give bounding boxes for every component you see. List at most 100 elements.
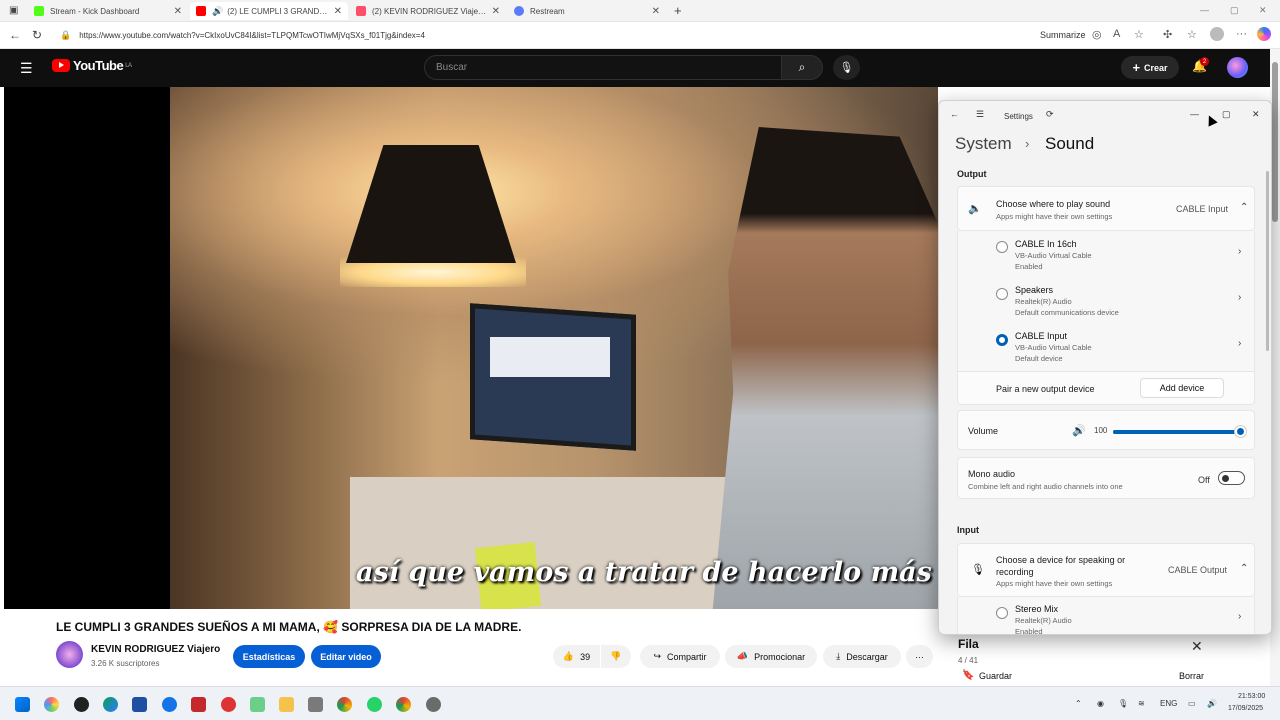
output-choose-title: Choose where to play sound (996, 199, 1111, 209)
wifi-icon[interactable]: ≋ (1138, 699, 1145, 708)
chevron-right-icon[interactable]: › (1238, 338, 1241, 349)
search-input[interactable]: Buscar (424, 55, 782, 80)
input-device-stereo-mix[interactable]: Stereo Mix Realtek(R) Audio Enabled › (958, 597, 1256, 634)
volume-speaker-icon[interactable]: 🔊 (1072, 424, 1086, 437)
more-actions-button[interactable]: ··· (906, 645, 933, 668)
chevron-up-icon[interactable]: ⌃ (1240, 202, 1248, 213)
copilot-sidebar-icon[interactable] (1257, 27, 1271, 41)
profile-icon[interactable] (1210, 27, 1224, 41)
input-device-chooser[interactable]: 🎙 Choose a device for speaking or record… (957, 543, 1255, 597)
output-device-chooser[interactable]: 🔈 Choose where to play sound Apps might … (957, 186, 1255, 231)
close-tab-icon[interactable]: ✕ (492, 6, 500, 17)
hamburger-menu-icon[interactable]: ☰ (976, 109, 984, 120)
maximize-window-icon[interactable]: ▢ (1230, 5, 1239, 16)
copilot-icon[interactable]: ◎ (1092, 28, 1102, 41)
minimize-window-icon[interactable]: — (1190, 109, 1199, 119)
clear-queue-button[interactable]: Borrar (1179, 671, 1204, 681)
close-tab-icon[interactable]: ✕ (174, 6, 182, 17)
save-queue-button[interactable]: Guardar (979, 671, 1012, 681)
output-device-cable-in-16ch[interactable]: CABLE In 16ch VB-Audio Virtual Cable Ena… (958, 231, 1256, 277)
store-app-icon[interactable] (132, 697, 147, 712)
tab-youtube-video[interactable]: 🔊 (2) LE CUMPLI 3 GRANDES S ✕ (190, 2, 348, 20)
speaker-playing-icon[interactable]: 🔊 (212, 6, 223, 17)
refresh-icon[interactable]: ↻ (32, 28, 42, 42)
app-icon[interactable] (308, 697, 323, 712)
more-options-icon[interactable]: ··· (1236, 28, 1247, 40)
minimize-window-icon[interactable]: — (1200, 5, 1209, 15)
breadcrumb-system[interactable]: System (955, 134, 1012, 154)
radio-button[interactable] (996, 241, 1008, 253)
app-icon[interactable] (191, 697, 206, 712)
url-field[interactable]: 🔒 https://www.youtube.com/watch?v=CkIxoU… (52, 25, 1158, 46)
chevron-up-icon[interactable]: ⌃ (1075, 699, 1082, 708)
channel-name[interactable]: KEVIN RODRIGUEZ Viajero (91, 644, 220, 655)
youtube-logo[interactable]: YouTube LA (52, 58, 132, 73)
read-aloud-icon[interactable]: A (1113, 28, 1120, 40)
download-button[interactable]: ⤓ Descargar (823, 645, 901, 668)
like-button[interactable]: 👍 39 (553, 645, 600, 668)
file-explorer-icon[interactable] (279, 697, 294, 712)
volume-icon[interactable]: 🔊 (1207, 699, 1217, 708)
search-button[interactable]: ⌕ (781, 55, 823, 80)
tray-app-icon[interactable]: ◉ (1097, 699, 1104, 708)
copilot-app-icon[interactable] (44, 697, 59, 712)
back-arrow-icon[interactable]: ← (9, 28, 21, 42)
settings-scrollbar[interactable] (1266, 171, 1269, 351)
output-device-speakers[interactable]: Speakers Realtek(R) Audio Default commun… (958, 278, 1256, 324)
clock-date[interactable]: 17/09/2025 (1228, 705, 1263, 712)
edge-browser-icon[interactable] (103, 697, 118, 712)
create-button[interactable]: + Crear (1121, 56, 1179, 79)
favorite-star-icon[interactable]: ☆ (1134, 28, 1144, 41)
tab-channel[interactable]: (2) KEVIN RODRIGUEZ Viajero - Yo ✕ (350, 2, 506, 20)
app-icon[interactable] (250, 697, 265, 712)
back-arrow-icon[interactable]: ← (950, 109, 959, 119)
dislike-button[interactable]: 👎 (601, 645, 631, 668)
app-icon[interactable] (162, 697, 177, 712)
record-app-icon[interactable] (221, 697, 236, 712)
windows-start-icon[interactable] (15, 697, 30, 712)
close-window-icon[interactable]: ✕ (1252, 109, 1260, 120)
radio-button[interactable] (996, 607, 1008, 619)
chevron-right-icon[interactable]: › (1238, 292, 1241, 303)
tab-restream[interactable]: Restream ✕ (508, 2, 666, 20)
chevron-up-icon[interactable]: ⌃ (1240, 563, 1248, 574)
hamburger-menu-icon[interactable]: ☰ (20, 60, 33, 77)
chevron-right-icon[interactable]: › (1238, 611, 1241, 622)
radio-button[interactable] (996, 288, 1008, 300)
bookmark-icon[interactable]: 🔖 (962, 670, 974, 681)
chevron-right-icon[interactable]: › (1238, 246, 1241, 257)
statistics-button[interactable]: Estadísticas (233, 645, 305, 668)
whatsapp-icon[interactable] (367, 697, 382, 712)
close-tab-icon[interactable]: ✕ (334, 6, 342, 17)
chrome-icon[interactable] (396, 697, 411, 712)
language-indicator[interactable]: ENG (1160, 699, 1177, 708)
chrome-icon[interactable] (337, 697, 352, 712)
clock-time[interactable]: 21:53:00 (1238, 693, 1265, 700)
obs-studio-icon[interactable] (74, 697, 89, 712)
close-window-icon[interactable]: ✕ (1259, 5, 1267, 16)
microphone-icon[interactable]: 🎙 (1118, 699, 1128, 708)
channel-avatar[interactable] (56, 641, 83, 668)
new-tab-icon[interactable]: + (674, 3, 682, 18)
share-button[interactable]: ↪ Compartir (640, 645, 720, 668)
account-avatar[interactable] (1227, 57, 1248, 78)
settings-gear-icon[interactable] (426, 697, 441, 712)
promote-button[interactable]: 📣 Promocionar (725, 645, 817, 668)
page-scrollbar-thumb[interactable] (1272, 62, 1278, 222)
add-device-button[interactable]: Add device (1140, 378, 1224, 398)
close-tab-icon[interactable]: ✕ (652, 6, 660, 17)
video-player[interactable]: así que vamos a tratar de hacerlo más fá… (4, 87, 938, 609)
output-device-cable-input[interactable]: CABLE Input VB-Audio Virtual Cable Defau… (958, 324, 1256, 370)
radio-button-selected[interactable] (996, 334, 1008, 346)
summarize-button[interactable]: Summarize (1040, 30, 1086, 40)
collections-icon[interactable]: ☆ (1187, 28, 1197, 41)
volume-slider-thumb[interactable] (1235, 426, 1246, 437)
tab-kick-dashboard[interactable]: Stream - Kick Dashboard ✕ (28, 2, 188, 20)
extensions-icon[interactable]: ✣ (1163, 28, 1172, 41)
network-icon[interactable]: ▭ (1188, 699, 1196, 708)
maximize-window-icon[interactable]: ▢ (1222, 109, 1231, 120)
close-queue-icon[interactable]: ✕ (1191, 638, 1203, 655)
edit-video-button[interactable]: Editar video (311, 645, 381, 668)
tab-actions-icon[interactable]: ▣ (9, 5, 18, 16)
voice-search-button[interactable]: 🎙 (833, 55, 860, 80)
